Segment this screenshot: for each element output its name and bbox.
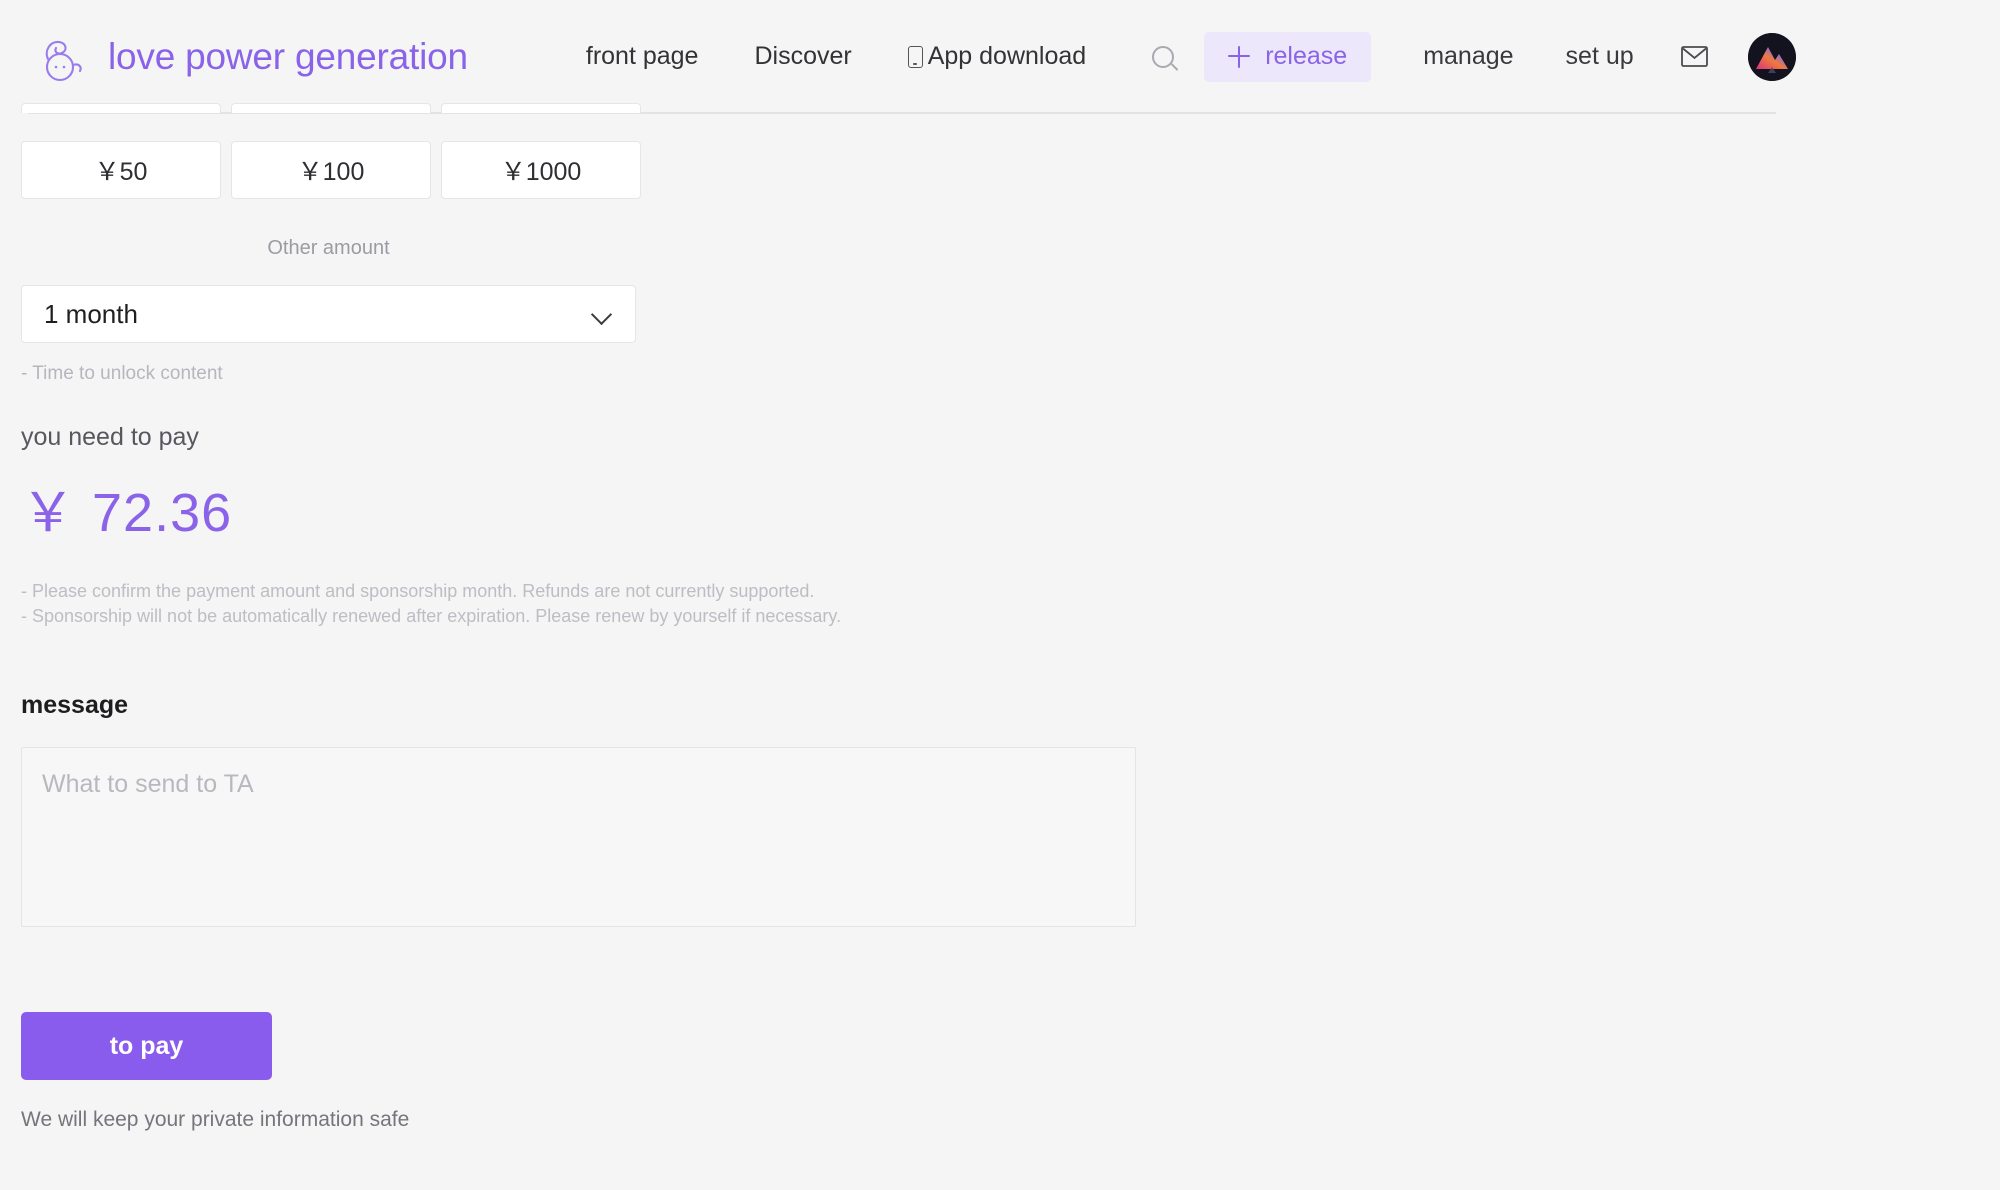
main-nav: front page Discover App download	[558, 42, 1114, 71]
sponsor-panel: ￥50 ￥100 ￥1000 Other amount 1 month - Ti…	[21, 103, 1921, 1132]
nav-item-app-download-label: App download	[927, 42, 1087, 70]
search-icon	[1152, 45, 1175, 68]
nav-item-app-download[interactable]: App download	[880, 42, 1114, 71]
other-amount-input[interactable]: Other amount	[21, 237, 636, 260]
snail-logo-icon	[45, 40, 82, 81]
search-button[interactable]	[1144, 38, 1182, 76]
message-section-title: message	[21, 691, 129, 719]
payment-note-1: - Please confirm the payment amount and …	[21, 581, 815, 601]
brand[interactable]: love power generation	[34, 29, 468, 85]
plus-icon	[1228, 45, 1251, 68]
nav-item-manage[interactable]: manage	[1397, 42, 1539, 71]
clipped-tab-cell	[231, 103, 431, 113]
messages-button[interactable]	[1674, 36, 1716, 78]
clipped-tab-row	[21, 103, 641, 113]
pay-label: you need to pay	[21, 423, 199, 451]
duration-select[interactable]: 1 month	[21, 285, 636, 343]
site-header: love power generation front page Discove…	[0, 0, 2000, 113]
secondary-nav: manage set up	[1397, 42, 1659, 71]
privacy-note: We will keep your private information sa…	[21, 1108, 410, 1131]
message-textarea[interactable]: What to send to TA	[21, 747, 1136, 927]
brand-title: love power generation	[108, 35, 468, 77]
submit-pay-button[interactable]: to pay	[21, 1012, 272, 1080]
clipped-tab-cell	[21, 103, 221, 113]
nav-item-set-up[interactable]: set up	[1540, 42, 1660, 71]
avatar-image	[1747, 32, 1796, 81]
pay-amount: ￥ 72.36	[21, 483, 233, 543]
release-button-label: release	[1265, 42, 1348, 70]
payment-note-2: - Sponsorship will not be automatically …	[21, 606, 842, 626]
payment-notes: - Please confirm the payment amount and …	[21, 579, 1921, 629]
amount-option-100[interactable]: ￥100	[231, 141, 431, 199]
avatar[interactable]	[1747, 32, 1796, 81]
nav-item-discover[interactable]: Discover	[726, 42, 879, 71]
phone-icon	[907, 45, 923, 68]
clipped-tab-cell	[441, 103, 641, 113]
mail-icon	[1681, 46, 1709, 67]
duration-hint: - Time to unlock content	[21, 363, 223, 384]
amount-option-50[interactable]: ￥50	[21, 141, 221, 199]
release-button[interactable]: release	[1204, 31, 1372, 82]
amount-option-1000[interactable]: ￥1000	[441, 141, 641, 199]
nav-item-front-page[interactable]: front page	[558, 42, 727, 71]
amount-options: ￥50 ￥100 ￥1000	[21, 113, 1921, 199]
duration-select-wrapper: 1 month	[21, 285, 636, 343]
